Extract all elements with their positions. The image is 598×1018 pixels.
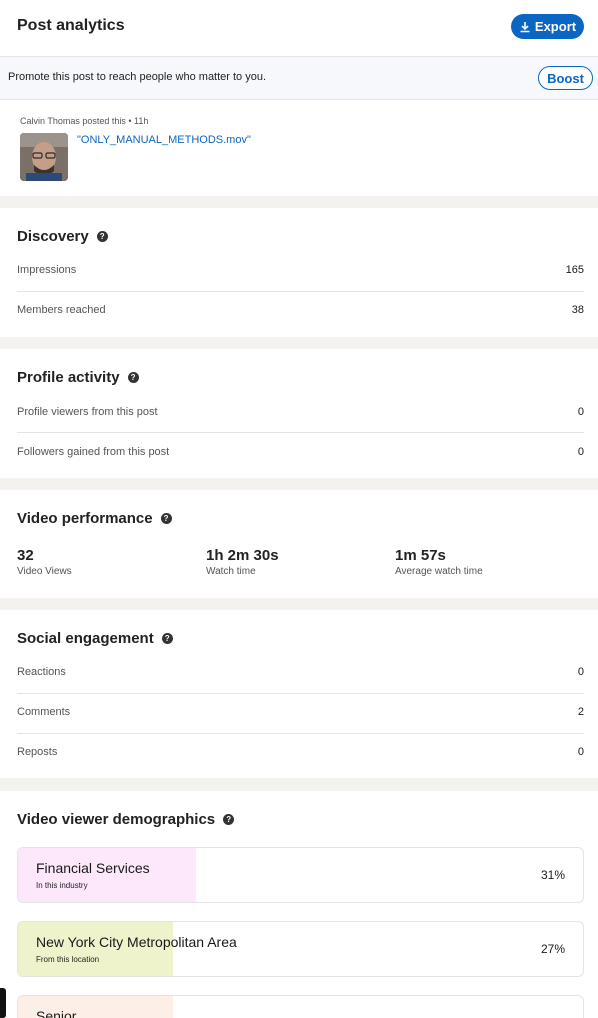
demographics-title: Video viewer demographics (17, 811, 216, 828)
demographics-card: Video viewer demographics ? (0, 791, 598, 1018)
download-icon (520, 21, 530, 32)
metric-value: 0 (577, 746, 584, 758)
members-reached-row: Members reached 38 (17, 290, 584, 330)
demographic-percent: 27% (540, 942, 565, 956)
help-icon[interactable]: ? (127, 372, 139, 383)
stat-value: 1m 57s (395, 547, 446, 564)
social-engagement-heading: Social engagement ? (17, 630, 173, 647)
metric-label: Reactions (17, 666, 66, 678)
discovery-heading: Discovery ? (17, 228, 108, 245)
comments-row: Comments 2 (17, 692, 584, 732)
side-tab-handle[interactable] (0, 988, 6, 1018)
export-button[interactable]: Export (511, 14, 584, 39)
page-title: Post analytics (17, 17, 125, 34)
profile-viewers-row: Profile viewers from this post 0 (17, 392, 584, 432)
post-meta: Calvin Thomas posted this • 11h (20, 116, 149, 126)
watch-time-stat: 1h 2m 30s Watch time (206, 547, 279, 577)
demographic-percent: 31% (540, 868, 565, 882)
profile-activity-title: Profile activity (17, 369, 120, 386)
promote-banner: Promote this post to reach people who ma… (0, 57, 598, 100)
reposts-row: Reposts 0 (17, 732, 584, 772)
video-performance-card: Video performance ? (0, 490, 598, 598)
demographic-name: New York City Metropolitan Area (36, 934, 237, 950)
social-engagement-card: Social engagement ? Reactions 0 Comments… (0, 610, 598, 778)
metric-value: 0 (577, 406, 584, 418)
metric-label: Profile viewers from this post (17, 406, 158, 418)
profile-activity-card: Profile activity ? Profile viewers from … (0, 349, 598, 478)
video-performance-title: Video performance (17, 510, 153, 527)
metric-label: Members reached (17, 304, 106, 316)
stat-label: Watch time (206, 566, 256, 577)
discovery-title: Discovery (17, 228, 89, 245)
metric-label: Followers gained from this post (17, 446, 170, 458)
analytics-header: Post analytics (0, 0, 598, 57)
profile-activity-heading: Profile activity ? (17, 369, 139, 386)
metric-label: Impressions (17, 264, 77, 276)
demographic-name: Financial Services (36, 860, 150, 876)
help-icon[interactable]: ? (223, 814, 235, 825)
metric-value: 2 (577, 706, 584, 718)
boost-button[interactable]: Boost (538, 66, 593, 90)
discovery-card: Discovery ? Impressions 165 Members reac… (0, 208, 598, 337)
metric-value: 0 (577, 446, 584, 458)
social-engagement-title: Social engagement (17, 630, 154, 647)
help-icon[interactable]: ? (96, 231, 108, 242)
video-views-stat: 32 Video Views (17, 547, 72, 577)
promote-text: Promote this post to reach people who ma… (8, 71, 267, 83)
metric-value: 38 (571, 304, 584, 316)
post-thumbnail[interactable] (20, 133, 68, 181)
impressions-row: Impressions 165 (17, 250, 584, 290)
metric-value: 0 (577, 666, 584, 678)
stat-label: Average watch time (395, 566, 483, 577)
demographic-subtitle: From this location (36, 955, 100, 964)
video-performance-heading: Video performance ? (17, 510, 172, 527)
metric-label: Comments (17, 706, 71, 718)
post-info: Calvin Thomas posted this • 11h (0, 100, 598, 196)
demographic-subtitle: In this industry (36, 881, 88, 890)
stat-label: Video Views (17, 566, 72, 577)
demographic-item[interactable]: New York City Metropolitan Area From thi… (17, 921, 584, 977)
stat-value: 32 (17, 547, 34, 564)
help-icon[interactable]: ? (161, 633, 173, 644)
video-thumbnail-image (20, 133, 68, 181)
demographic-name: Senior (36, 1008, 77, 1018)
demographic-item[interactable]: Financial Services In this industry 31% (17, 847, 584, 903)
metric-value: 165 (565, 264, 584, 276)
metric-label: Reposts (17, 746, 58, 758)
reactions-row: Reactions 0 (17, 652, 584, 692)
demographic-item[interactable]: Senior (17, 995, 584, 1018)
stat-value: 1h 2m 30s (206, 547, 279, 564)
average-watch-time-stat: 1m 57s Average watch time (395, 547, 483, 577)
demographics-heading: Video viewer demographics ? (17, 811, 235, 828)
followers-gained-row: Followers gained from this post 0 (17, 432, 584, 472)
post-title-link[interactable]: "ONLY_MANUAL_METHODS.mov" (77, 134, 251, 146)
help-icon[interactable]: ? (160, 513, 172, 524)
export-label: Export (534, 19, 577, 34)
